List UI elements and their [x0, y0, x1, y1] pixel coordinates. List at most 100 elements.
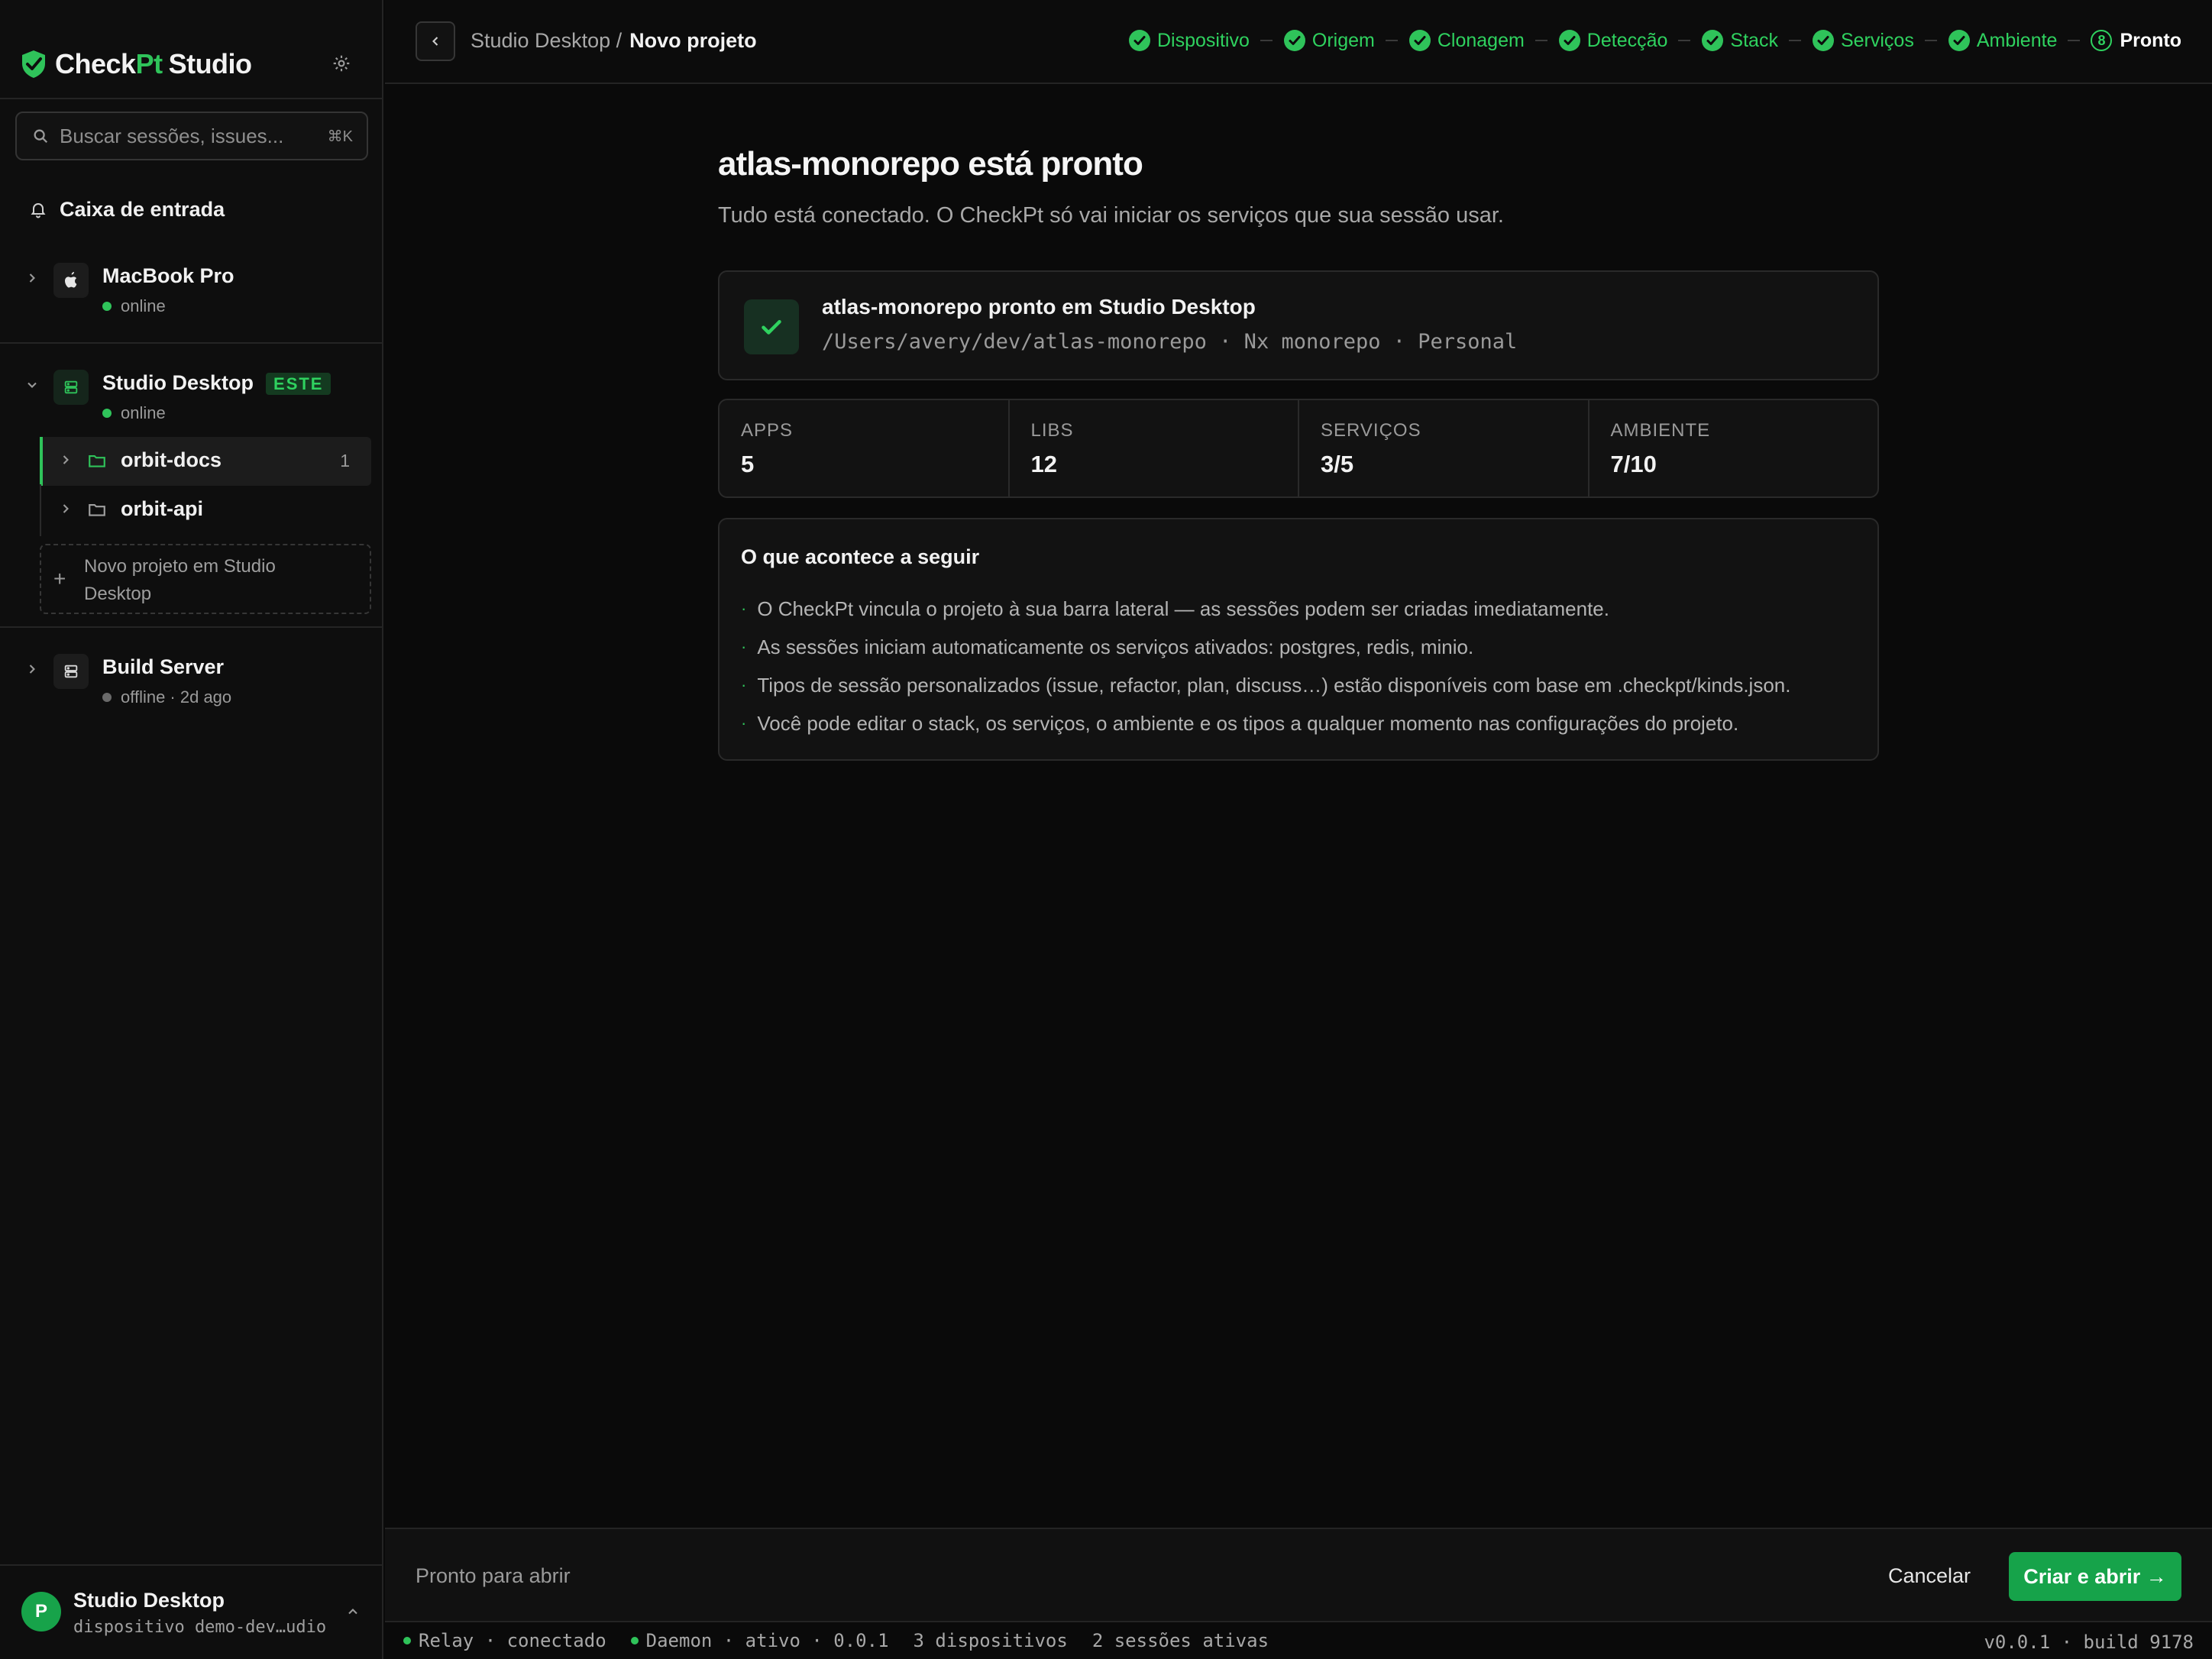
- step-ambiente[interactable]: Ambiente: [1948, 29, 2057, 52]
- device-icon: [53, 654, 89, 689]
- brand[interactable]: CheckPt Studio: [20, 46, 252, 82]
- device-icon: [53, 263, 89, 298]
- next-steps-title: O que acontece a seguir: [741, 545, 980, 568]
- next-steps-list: · O CheckPt vincula o projeto à sua barra…: [741, 590, 1790, 742]
- bell-icon: [31, 203, 46, 218]
- breadcrumb: Studio Desktop / Novo projeto: [471, 29, 757, 53]
- chevron-right-icon[interactable]: [58, 452, 73, 467]
- search-shortcut: ⌘K: [327, 128, 353, 145]
- check-circle-icon: [1558, 30, 1580, 51]
- server-icon: [64, 665, 78, 678]
- search-icon: [34, 129, 48, 144]
- step-origem[interactable]: Origem: [1283, 29, 1375, 52]
- list-item: · Você pode editar o stack, os serviços, …: [741, 711, 1739, 735]
- ready-meta: /Users/avery/dev/atlas-monorepo · Nx mon…: [822, 330, 1518, 354]
- device-macbook-pro[interactable]: MacBook Pro online: [0, 263, 383, 316]
- gear-icon: [333, 55, 350, 72]
- sessions-count: 2 sessões ativas: [1091, 1630, 1269, 1651]
- relay-status: Relay · conectado: [403, 1630, 606, 1651]
- divider: [0, 626, 383, 628]
- sidebar-project-orbit-docs[interactable]: orbit-docs 1: [40, 437, 371, 486]
- divider: [0, 342, 383, 344]
- status-dot: [403, 1637, 411, 1644]
- back-button[interactable]: [416, 21, 455, 61]
- step-stack[interactable]: Stack: [1701, 29, 1778, 52]
- folder-icon: [89, 454, 105, 467]
- search-input[interactable]: Buscar sessões, issues... ⌘K: [15, 112, 368, 160]
- chevron-left-icon: [432, 37, 438, 46]
- device-status: online: [102, 403, 166, 423]
- stat-ambiente: AMBIENTE 7/10: [1610, 420, 1711, 477]
- status-bar: Relay · conectado Daemon · ativo · 0.0.1…: [385, 1621, 2212, 1659]
- chevron-right-icon[interactable]: [58, 501, 73, 516]
- page-title: atlas-monorepo está pronto: [718, 145, 1143, 183]
- status-dot: [102, 409, 112, 418]
- avatar: P: [21, 1592, 61, 1632]
- step-separator: [1924, 40, 1937, 41]
- brand-name: CheckPt Studio: [55, 48, 252, 79]
- device-name: Studio Desktop ESTE: [102, 371, 331, 395]
- step-separator: [1788, 40, 1801, 41]
- check-circle-icon: [1812, 30, 1834, 51]
- devices-count: 3 dispositivos: [913, 1630, 1068, 1651]
- stat-libs: LIBS 12: [1010, 400, 1299, 496]
- step-clonagem[interactable]: Clonagem: [1408, 29, 1525, 52]
- version-info: v0.0.1 · build 9178: [1984, 1632, 2194, 1653]
- stat-servicos: SERVIÇOS 3/5: [1299, 400, 1589, 496]
- chevron-right-icon[interactable]: [24, 661, 40, 677]
- divider: [0, 98, 383, 99]
- chevron-down-icon[interactable]: [24, 377, 40, 393]
- sidebar: CheckPt Studio Buscar sessões, issues... …: [0, 0, 383, 1659]
- plus-icon: +: [53, 567, 66, 590]
- top-bar: Studio Desktop / Novo projeto Dispositivo…: [385, 0, 2212, 84]
- chevron-right-icon[interactable]: [24, 270, 40, 286]
- shield-check-logo-icon: [22, 50, 45, 78]
- search-placeholder: Buscar sessões, issues...: [60, 124, 284, 147]
- stats-card: APPS 5 LIBS 12 SERVIÇOS 3/5 AMBIENTE 7/10: [718, 399, 1879, 498]
- daemon-status: Daemon · ativo · 0.0.1: [630, 1630, 889, 1651]
- device-name: MacBook Pro: [102, 264, 234, 287]
- status-dot: [630, 1637, 639, 1644]
- step-separator: [1534, 40, 1547, 41]
- user-menu[interactable]: P Studio Desktop dispositivo demo-dev…ud…: [0, 1564, 383, 1659]
- chevron-up-icon[interactable]: [345, 1604, 361, 1619]
- wizard-footer: Pronto para abrir Cancelar Criar e abrir…: [385, 1528, 2212, 1621]
- step-separator: [1260, 40, 1273, 41]
- device-studio-desktop[interactable]: Studio Desktop ESTE online: [0, 370, 383, 423]
- step-dispositivo[interactable]: Dispositivo: [1128, 29, 1250, 52]
- step-deteccao[interactable]: Detecção: [1558, 29, 1667, 52]
- sidebar-item-inbox[interactable]: Caixa de entrada: [29, 196, 225, 223]
- page-subtitle: Tudo está conectado. O CheckPt só vai in…: [718, 203, 1504, 228]
- breadcrumb-parent[interactable]: Studio Desktop /: [471, 29, 622, 52]
- project-count: 1: [340, 451, 350, 471]
- settings-button[interactable]: [331, 52, 351, 75]
- check-circle-icon: [1129, 30, 1150, 51]
- step-number: 8: [2091, 30, 2113, 51]
- check-circle-icon: [1408, 30, 1431, 51]
- ready-title: atlas-monorepo pronto em Studio Desktop: [822, 295, 1256, 319]
- breadcrumb-current: Novo projeto: [629, 29, 757, 52]
- create-and-open-button[interactable]: Criar e abrir →: [2009, 1552, 2181, 1601]
- new-project-button[interactable]: + Novo projeto em Studio Desktop: [40, 544, 371, 614]
- list-item: · O CheckPt vincula o projeto à sua barra…: [741, 597, 1609, 620]
- inbox-label: Caixa de entrada: [60, 197, 225, 221]
- list-item: · As sessões iniciam automaticamente os s…: [741, 635, 1474, 658]
- device-name: Build Server: [102, 655, 225, 678]
- new-project-label: Novo projeto em Studio Desktop: [84, 556, 276, 604]
- device-status: online: [102, 296, 166, 316]
- device-status: offline · 2d ago: [102, 687, 231, 707]
- cancel-button[interactable]: Cancelar: [1888, 1564, 1971, 1588]
- page-header: atlas-monorepo está pronto Tudo está con…: [718, 145, 1879, 228]
- status-dot: [102, 693, 112, 702]
- server-icon: [64, 380, 78, 394]
- device-build-server[interactable]: Build Server offline · 2d ago: [0, 654, 383, 707]
- project-name: orbit-api: [121, 497, 203, 520]
- step-servicos[interactable]: Serviços: [1812, 29, 1914, 52]
- check-circle-icon: [1283, 30, 1305, 51]
- step-pronto[interactable]: 8 Pronto: [2091, 30, 2181, 52]
- next-steps-card: O que acontece a seguir · O CheckPt vincu…: [718, 518, 1879, 761]
- check-icon: [762, 320, 781, 335]
- user-name: Studio Desktop: [73, 1589, 225, 1612]
- this-device-badge: ESTE: [266, 373, 331, 395]
- sidebar-project-orbit-api[interactable]: orbit-api: [40, 486, 371, 535]
